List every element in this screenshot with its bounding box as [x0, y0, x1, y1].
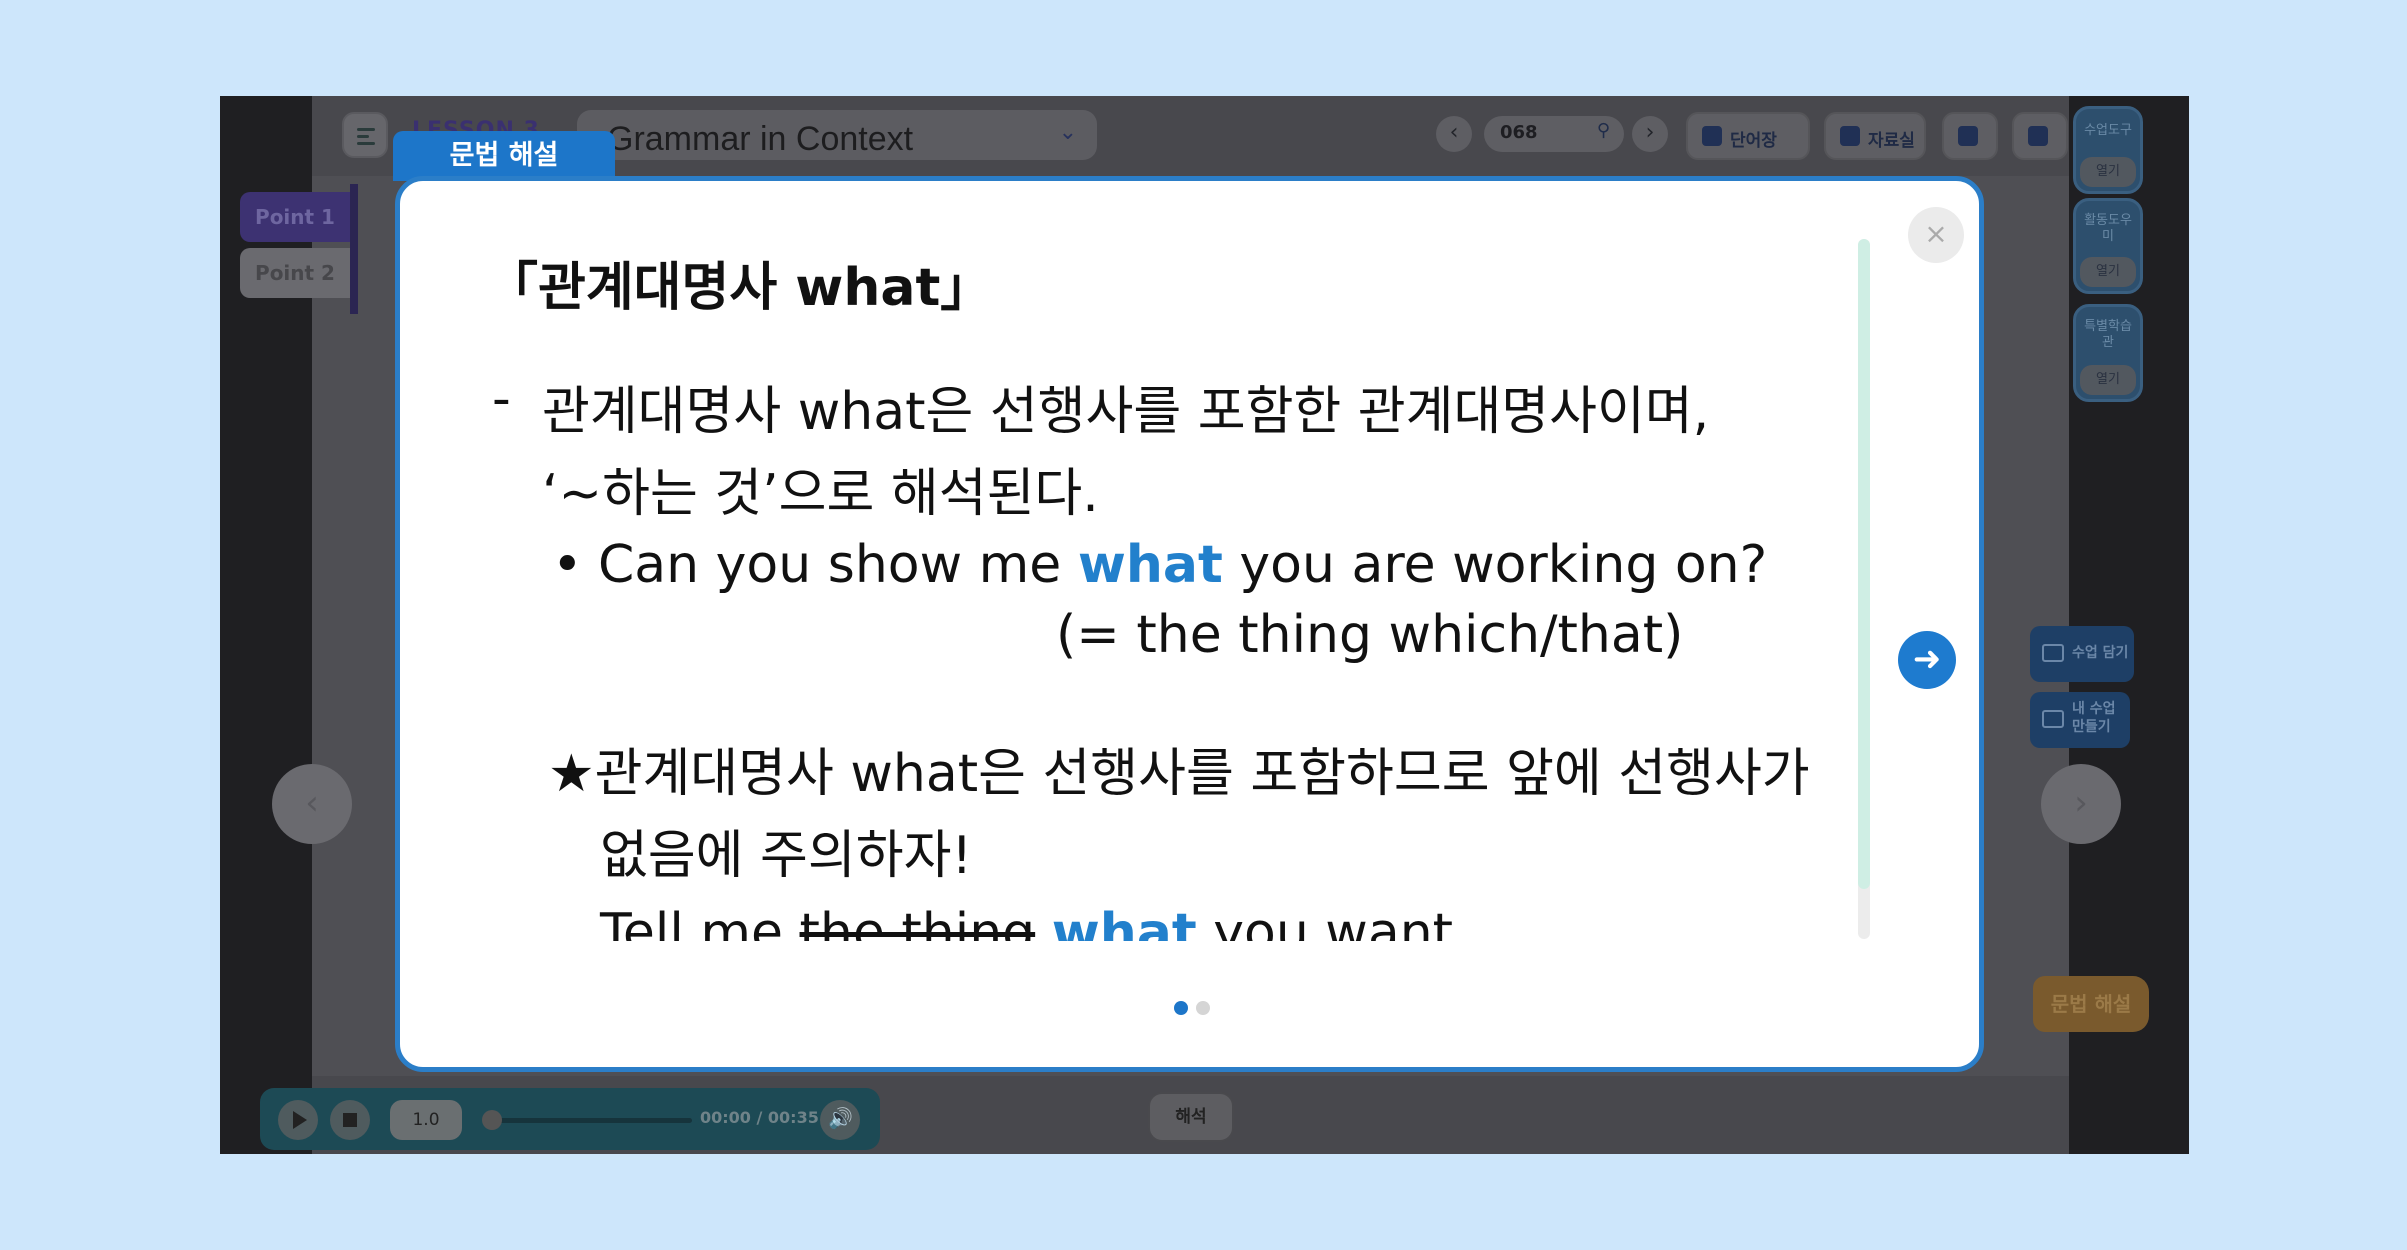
note-line-2: 없음에 주의하자!	[600, 826, 973, 886]
audio-time: 00:00 / 00:35	[700, 1108, 819, 1127]
play-icon[interactable]	[278, 1100, 318, 1140]
grammar-explanation-tab[interactable]: 문법 해설	[2033, 976, 2149, 1032]
example-2-pre: Tell me	[600, 903, 800, 941]
point-rail	[350, 184, 358, 314]
lesson-select[interactable]: Grammar in Context ⌄	[577, 110, 1097, 160]
screen-icon	[1958, 126, 1978, 146]
menu-icon-bar	[357, 142, 375, 145]
prev-page-button[interactable]: ‹	[1436, 116, 1472, 152]
example-2: Tell me the thing what you want.	[600, 903, 1470, 941]
close-icon[interactable]: ×	[1908, 207, 1964, 263]
resources-label: 자료실	[1868, 131, 1915, 151]
class-tools-pill[interactable]: 수업도구 열기	[2073, 106, 2143, 194]
save-lesson-label: 수업 담기	[2072, 645, 2129, 661]
example-1: Can you show me what you are working on?	[598, 535, 1767, 595]
chevron-down-icon: ⌄	[1058, 120, 1077, 145]
grammar-modal: 「관계대명사 what」 - 관계대명사 what은 선행사를 포함한 관계대명…	[395, 176, 1984, 1072]
grammar-content: 「관계대명사 what」 - 관계대명사 what은 선행사를 포함한 관계대명…	[400, 181, 1840, 941]
dash-marker: -	[492, 369, 511, 429]
activity-helper-open[interactable]: 열기	[2080, 257, 2136, 287]
example-1-post: you are working on?	[1222, 535, 1768, 595]
example-2-post: you want.	[1196, 903, 1470, 941]
class-tools-open[interactable]: 열기	[2080, 157, 2136, 187]
bullet-marker: •	[552, 535, 583, 595]
note-line-1: ★관계대명사 what은 선행사를 포함하므로 앞에 선행사가	[548, 744, 1810, 804]
rule-line-1: 관계대명사 what은 선행사를 포함한 관계대명사이며,	[542, 382, 1710, 442]
next-page-button[interactable]: ›	[1632, 116, 1668, 152]
modal-tab-label: 문법 해설	[393, 131, 615, 181]
home-icon	[2028, 126, 2048, 146]
page-dot-active[interactable]	[1174, 1001, 1188, 1015]
class-tools-label: 수업도구	[2084, 123, 2132, 138]
example-2-highlight: what	[1051, 903, 1197, 941]
special-learning-pill[interactable]: 특별학습관 열기	[2073, 304, 2143, 402]
special-learning-open[interactable]: 열기	[2080, 365, 2136, 395]
interpretation-button[interactable]: 해석	[1148, 1092, 1234, 1142]
save-lesson-button[interactable]: 수업 담기	[2030, 626, 2134, 682]
scrollbar-thumb[interactable]	[1858, 239, 1870, 889]
prev-slide-button[interactable]: ‹	[272, 764, 352, 844]
folder-icon	[2042, 644, 2064, 662]
audio-progress-knob[interactable]	[482, 1110, 502, 1130]
vocabulary-button[interactable]: 단어장	[1686, 112, 1810, 160]
example-1-highlight: what	[1077, 535, 1223, 595]
volume-icon[interactable]	[820, 1100, 860, 1140]
menu-icon	[357, 128, 375, 131]
page-dot[interactable]	[1196, 1001, 1210, 1015]
point-2-tab[interactable]: Point 2	[240, 248, 350, 298]
home-button[interactable]	[2012, 112, 2068, 160]
make-lesson-button[interactable]: 내 수업 만들기	[2030, 692, 2130, 748]
make-lesson-label: 내 수업 만들기	[2072, 701, 2116, 735]
folder-icon	[1840, 126, 1860, 146]
example-1-note: (= the thing which/that)	[1056, 605, 1684, 665]
rule-line-2: ‘~하는 것’으로 해석된다.	[542, 464, 1099, 524]
playback-speed[interactable]: 1.0	[390, 1100, 462, 1140]
lesson-title: Grammar in Context	[607, 120, 914, 158]
book-icon	[1702, 126, 1722, 146]
special-learning-label: 특별학습관	[2084, 319, 2132, 350]
menu-button[interactable]	[342, 112, 388, 158]
vocabulary-label: 단어장	[1730, 131, 1777, 151]
menu-icon-bar	[357, 135, 369, 138]
content-scrollbar[interactable]	[1858, 239, 1870, 939]
window-icon	[2042, 710, 2064, 728]
audio-player: 1.0 00:00 / 00:35	[260, 1088, 880, 1150]
resources-button[interactable]: 자료실	[1824, 112, 1926, 160]
stop-icon[interactable]	[330, 1100, 370, 1140]
example-2-strike: the thing	[799, 903, 1036, 941]
point-1-tab[interactable]: Point 1	[240, 192, 350, 242]
activity-helper-label: 활동도우미	[2084, 213, 2132, 244]
page-input[interactable]: 068 ⚲	[1484, 116, 1624, 152]
next-slide-button[interactable]: ›	[2041, 764, 2121, 844]
search-icon[interactable]: ⚲	[1597, 120, 1610, 141]
grammar-title: 「관계대명사 what」	[486, 258, 993, 318]
screen-button[interactable]	[1942, 112, 1998, 160]
audio-progress-track[interactable]	[492, 1118, 692, 1123]
example-1-pre: Can you show me	[598, 535, 1078, 595]
page-number: 068	[1500, 122, 1538, 143]
next-arrow-icon[interactable]: ➜	[1898, 631, 1956, 689]
activity-helper-pill[interactable]: 활동도우미 열기	[2073, 198, 2143, 294]
